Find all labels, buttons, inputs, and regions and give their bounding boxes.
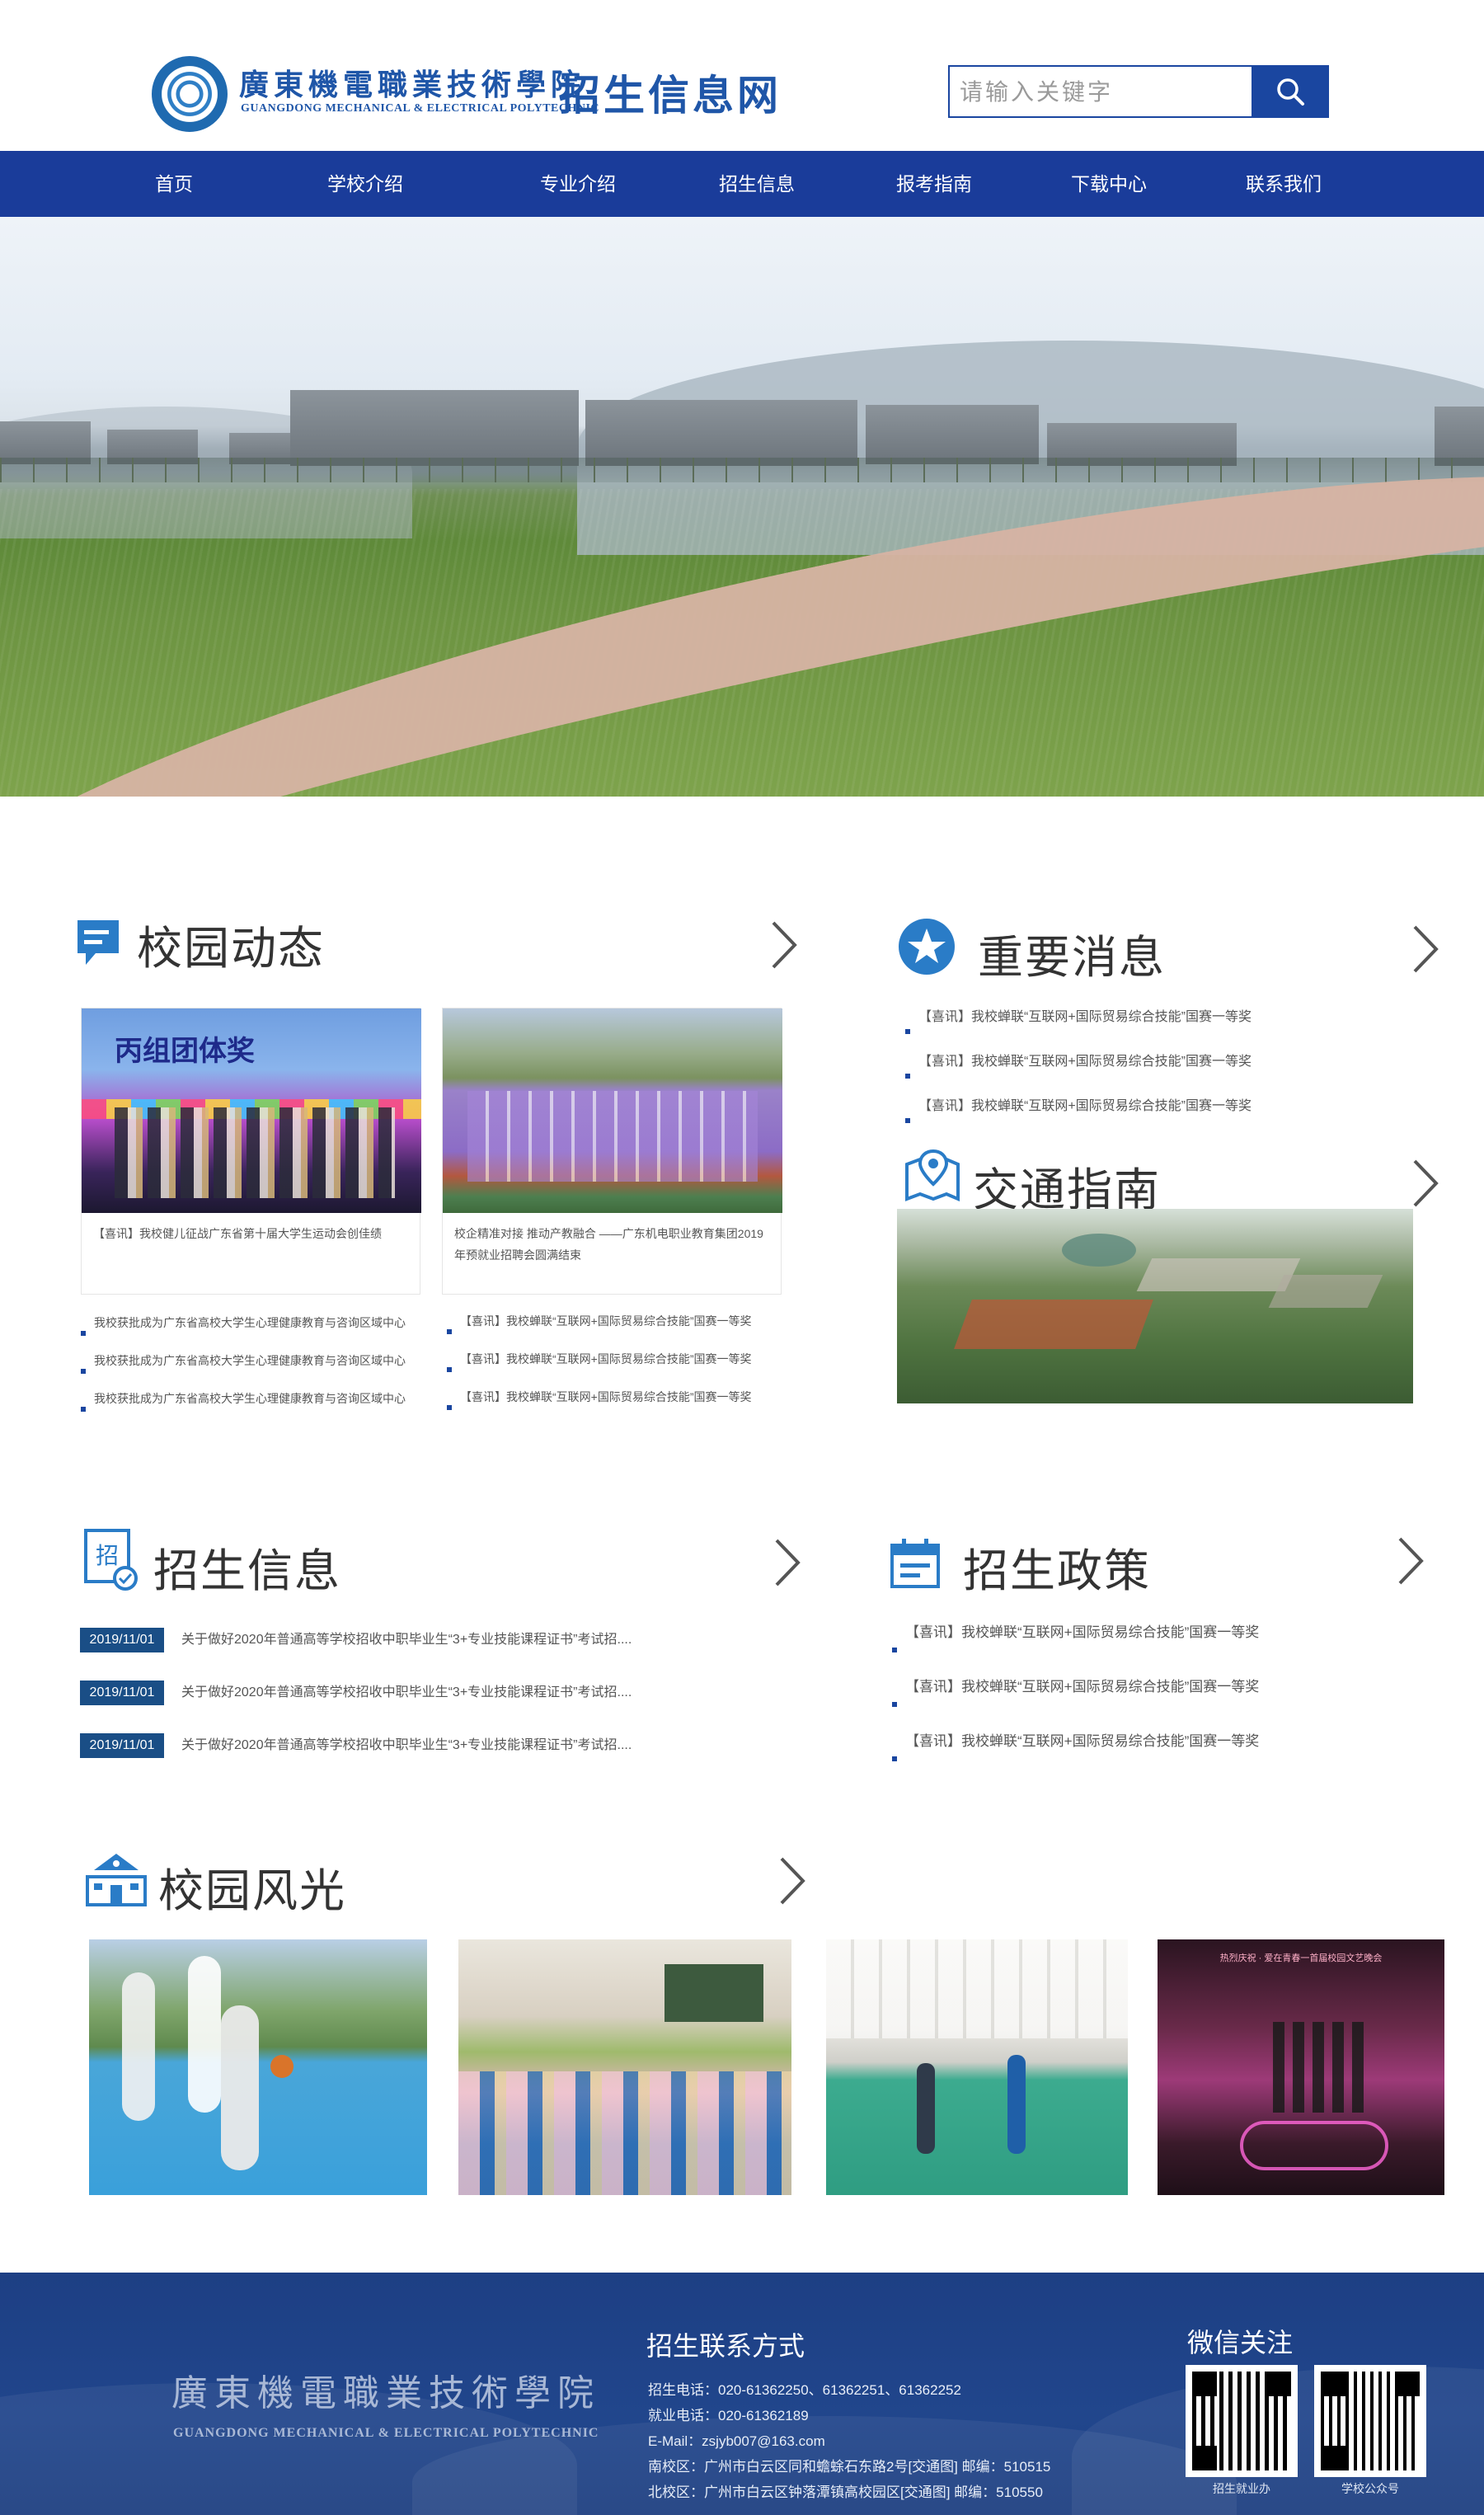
footer-wechat-title: 微信关注 xyxy=(1187,2328,1294,2358)
site-footer: 廣東機電職業技術學院 GUANGDONG MECHANICAL & ELECTR… xyxy=(0,2273,1484,2515)
footer-employment-phone: 就业电话：020-61362189 xyxy=(648,2408,809,2423)
important-news-list: 【喜讯】我校蝉联“互联网+国际贸易综合技能”国赛一等奖 【喜讯】我校蝉联“互联网… xyxy=(905,1009,1252,1143)
footer-school-name-en: GUANGDONG MECHANICAL & ELECTRICAL POLYTE… xyxy=(173,2426,599,2440)
scenery-photo-stage[interactable]: 热烈庆祝 · 爱在青春一首届校园文艺晚会 xyxy=(1158,1939,1444,2195)
campus-map-image[interactable] xyxy=(897,1209,1413,1403)
main-nav: 首页 学校介绍 专业介绍 招生信息 报考指南 下载中心 联系我们 xyxy=(0,151,1484,217)
nav-contact[interactable]: 联系我们 xyxy=(1232,151,1336,217)
list-item[interactable]: 我校获批成为广东省高校大学生心理健康教育与咨询区域中心 xyxy=(81,1314,406,1352)
date-badge: 2019/11/01 xyxy=(80,1733,164,1758)
admission-policy-more-arrow-icon[interactable] xyxy=(1393,1535,1426,1587)
footer-school-name-cn: 廣東機電職業技術學院 xyxy=(171,2372,600,2414)
campus-news-left-list: 我校获批成为广东省高校大学生心理健康教育与咨询区域中心 我校获批成为广东省高校大… xyxy=(81,1314,406,1428)
footer-south-campus[interactable]: 南校区：广州市白云区同和蟾蜍石东路2号[交通图] 邮编：510515 xyxy=(648,2455,1050,2475)
news-card-image[interactable]: 丙组团体奖 xyxy=(82,1008,421,1213)
traffic-guide-more-arrow-icon[interactable] xyxy=(1408,1158,1441,1209)
list-item[interactable]: 【喜讯】我校蝉联“互联网+国际贸易综合技能”国赛一等奖 xyxy=(892,1623,1259,1677)
admission-info-more-arrow-icon[interactable] xyxy=(770,1537,803,1588)
site-header: 廣東機電職業技術學院 GUANGDONG MECHANICAL & ELECTR… xyxy=(0,0,1484,151)
list-item[interactable]: 【喜讯】我校蝉联“互联网+国际贸易综合技能”国赛一等奖 xyxy=(905,1054,1252,1098)
nav-school-intro[interactable]: 学校介绍 xyxy=(313,151,417,217)
admission-policy-list: 【喜讯】我校蝉联“互联网+国际贸易综合技能”国赛一等奖 【喜讯】我校蝉联“互联网… xyxy=(892,1623,1259,1786)
search-box xyxy=(948,65,1253,118)
important-news-title: 重要消息 xyxy=(978,932,1167,983)
nav-application-guide[interactable]: 报考指南 xyxy=(882,151,986,217)
admission-info-text[interactable]: 关于做好2020年普通高等学校招收中职毕业生“3+专业技能课程证书”考试招...… xyxy=(181,1628,632,1652)
admission-info-text[interactable]: 关于做好2020年普通高等学校招收中职毕业生“3+专业技能课程证书”考试招...… xyxy=(181,1681,632,1705)
school-name-cn[interactable]: 廣東機電職業技術學院 xyxy=(239,61,585,104)
list-item[interactable]: 【喜讯】我校蝉联“互联网+国际贸易综合技能”国赛一等奖 xyxy=(905,1009,1252,1054)
campus-news-title: 校园动态 xyxy=(137,923,326,974)
footer-email[interactable]: E-Mail：zsjyb007@163.com xyxy=(648,2429,825,2450)
school-emblem-icon[interactable] xyxy=(152,56,228,132)
search-icon xyxy=(1277,78,1304,106)
qr-code-admission-office xyxy=(1186,2365,1298,2477)
date-badge: 2019/11/01 xyxy=(80,1628,164,1652)
nav-admission-info[interactable]: 招生信息 xyxy=(705,151,809,217)
svg-text:招: 招 xyxy=(96,1542,119,1569)
campus-news-right-list: 【喜讯】我校蝉联“互联网+国际贸易综合技能”国赛一等奖 【喜讯】我校蝉联“互联网… xyxy=(447,1313,752,1427)
news-card[interactable]: 校企精准对接 推动产教融合 ——广东机电职业教育集团2019年预就业招聘会圆满结… xyxy=(442,1008,782,1295)
site-title: 招生信息网 xyxy=(559,73,782,119)
nav-home[interactable]: 首页 xyxy=(124,151,224,217)
list-item[interactable]: 【喜讯】我校蝉联“互联网+国际贸易综合技能”国赛一等奖 xyxy=(447,1389,752,1427)
search-input[interactable] xyxy=(950,67,1252,116)
qr-caption: 学校公众号 xyxy=(1341,2482,1399,2495)
school-building-icon xyxy=(86,1854,147,1906)
footer-admission-phone: 招生电话：020-61362250、61362251、61362252 xyxy=(648,2382,961,2398)
list-item[interactable]: 【喜讯】我校蝉联“互联网+国际贸易综合技能”国赛一等奖 xyxy=(447,1313,752,1351)
scenery-photo-classroom[interactable] xyxy=(458,1939,791,2195)
campus-scenery-title: 校园风光 xyxy=(158,1865,347,1916)
list-item[interactable]: 【喜讯】我校蝉联“互联网+国际贸易综合技能”国赛一等奖 xyxy=(892,1677,1259,1732)
list-item[interactable]: 【喜讯】我校蝉联“互联网+国际贸易综合技能”国赛一等奖 xyxy=(892,1732,1259,1786)
list-item[interactable]: 我校获批成为广东省高校大学生心理健康教育与咨询区域中心 xyxy=(81,1390,406,1428)
news-card-caption[interactable]: 校企精准对接 推动产教融合 ——广东机电职业教育集团2019年预就业招聘会圆满结… xyxy=(454,1223,771,1266)
news-card-caption[interactable]: 【喜讯】我校健儿征战广东省第十届大学生运动会创佳绩 xyxy=(93,1223,410,1244)
search-button[interactable] xyxy=(1253,65,1329,118)
banner-image[interactable] xyxy=(0,217,1484,797)
footer-north-campus[interactable]: 北校区：广州市白云区钟落潭镇高校园区[交通图] 邮编：510550 xyxy=(648,2480,1043,2501)
scenery-photo-badminton[interactable] xyxy=(826,1939,1128,2195)
admission-policy-title: 招生政策 xyxy=(963,1545,1152,1596)
news-card-image-text: 丙组团体奖 xyxy=(115,1036,255,1067)
list-item[interactable]: 【喜讯】我校蝉联“互联网+国际贸易综合技能”国赛一等奖 xyxy=(905,1098,1252,1143)
footer-contact-title: 招生联系方式 xyxy=(646,2331,805,2361)
news-card[interactable]: 丙组团体奖 【喜讯】我校健儿征战广东省第十届大学生运动会创佳绩 xyxy=(81,1008,421,1295)
nav-downloads[interactable]: 下载中心 xyxy=(1057,151,1161,217)
qr-code-school-account xyxy=(1314,2365,1426,2477)
stage-banner-text: 热烈庆祝 · 爱在青春一首届校园文艺晚会 xyxy=(1219,1953,1383,1963)
scenery-photo-basketball[interactable] xyxy=(89,1939,427,2195)
campus-news-more-arrow-icon[interactable] xyxy=(767,919,800,971)
news-card-image[interactable] xyxy=(443,1008,782,1213)
admission-certificate-icon: 招 xyxy=(84,1529,138,1591)
admission-info-title: 招生信息 xyxy=(153,1545,342,1596)
important-news-more-arrow-icon[interactable] xyxy=(1408,924,1441,975)
star-badge-icon xyxy=(899,919,955,975)
list-item[interactable]: 【喜讯】我校蝉联“互联网+国际贸易综合技能”国赛一等奖 xyxy=(447,1351,752,1389)
admission-info-text[interactable]: 关于做好2020年普通高等学校招收中职毕业生“3+专业技能课程证书”考试招...… xyxy=(181,1733,632,1758)
campus-scenery-more-arrow-icon[interactable] xyxy=(775,1855,808,1906)
nav-majors[interactable]: 专业介绍 xyxy=(526,151,630,217)
qr-caption: 招生就业办 xyxy=(1213,2482,1270,2495)
news-chat-icon xyxy=(77,920,119,965)
list-item[interactable]: 我校获批成为广东省高校大学生心理健康教育与咨询区域中心 xyxy=(81,1352,406,1390)
map-pin-icon xyxy=(905,1149,960,1202)
calendar-icon xyxy=(890,1539,940,1588)
date-badge: 2019/11/01 xyxy=(80,1681,164,1705)
school-name-en: GUANGDONG MECHANICAL & ELECTRICAL POLYTE… xyxy=(241,102,600,115)
